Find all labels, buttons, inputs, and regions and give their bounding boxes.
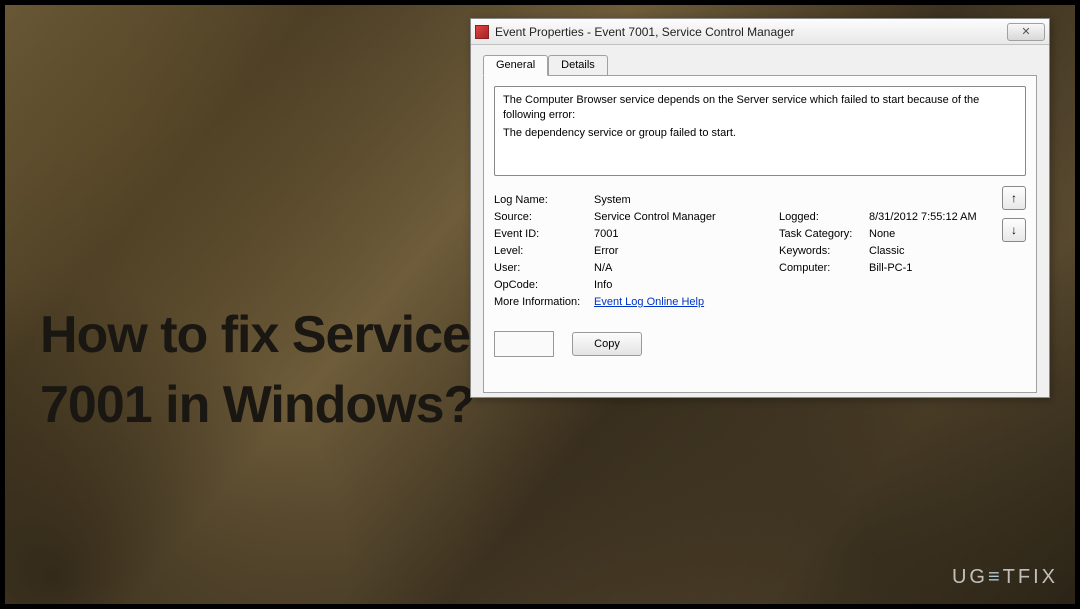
close-icon: ✕: [1021, 25, 1030, 38]
nav-arrows: ↑ ↓: [1002, 186, 1026, 242]
close-button[interactable]: ✕: [1007, 23, 1045, 41]
value-computer: Bill-PC-1: [869, 262, 1009, 274]
value-task-category: None: [869, 228, 1009, 240]
label-keywords: Keywords:: [779, 245, 869, 257]
event-properties-dialog: Event Properties - Event 7001, Service C…: [470, 18, 1050, 398]
value-opcode: Info: [594, 279, 779, 291]
event-details-grid: Log Name: System Source: Service Control…: [494, 194, 984, 308]
label-source: Source:: [494, 211, 594, 223]
value-keywords: Classic: [869, 245, 1009, 257]
label-computer: Computer:: [779, 262, 869, 274]
value-logged: 8/31/2012 7:55:12 AM: [869, 211, 1009, 223]
label-log-name: Log Name:: [494, 194, 594, 206]
app-icon: [475, 25, 489, 39]
description-line2: The dependency service or group failed t…: [503, 126, 1017, 141]
tab-general[interactable]: General: [483, 55, 548, 76]
label-user: User:: [494, 262, 594, 274]
label-level: Level:: [494, 245, 594, 257]
copy-preview-box: [494, 331, 554, 357]
value-event-id: 7001: [594, 228, 779, 240]
prev-event-button[interactable]: ↑: [1002, 186, 1026, 210]
watermark: UG≡TFIX: [952, 566, 1058, 589]
copy-button[interactable]: Copy: [572, 332, 642, 356]
next-event-button[interactable]: ↓: [1002, 218, 1026, 242]
value-level: Error: [594, 245, 779, 257]
window-title: Event Properties - Event 7001, Service C…: [495, 25, 1007, 39]
value-source: Service Control Manager: [594, 211, 779, 223]
watermark-ug: UG: [952, 566, 988, 588]
more-info-link[interactable]: Event Log Online Help: [594, 296, 704, 308]
copy-row: Copy: [494, 331, 1026, 357]
label-more-info: More Information:: [494, 296, 594, 308]
value-log-name: System: [594, 194, 779, 206]
arrow-up-icon: ↑: [1011, 191, 1017, 205]
label-logged: Logged:: [779, 211, 869, 223]
watermark-sep: ≡: [988, 566, 1003, 588]
value-more-info: Event Log Online Help: [594, 296, 779, 308]
label-event-id: Event ID:: [494, 228, 594, 240]
tab-panel-general: The Computer Browser service depends on …: [483, 75, 1037, 393]
value-user: N/A: [594, 262, 779, 274]
titlebar: Event Properties - Event 7001, Service C…: [471, 19, 1049, 45]
description-line1: The Computer Browser service depends on …: [503, 93, 1017, 123]
tab-details[interactable]: Details: [548, 55, 608, 75]
dialog-body: General Details The Computer Browser ser…: [471, 45, 1049, 397]
tabstrip: General Details: [483, 55, 1037, 75]
label-task-category: Task Category:: [779, 228, 869, 240]
description-box[interactable]: The Computer Browser service depends on …: [494, 86, 1026, 176]
label-opcode: OpCode:: [494, 279, 594, 291]
watermark-tfix: TFIX: [1003, 566, 1058, 588]
arrow-down-icon: ↓: [1011, 223, 1017, 237]
